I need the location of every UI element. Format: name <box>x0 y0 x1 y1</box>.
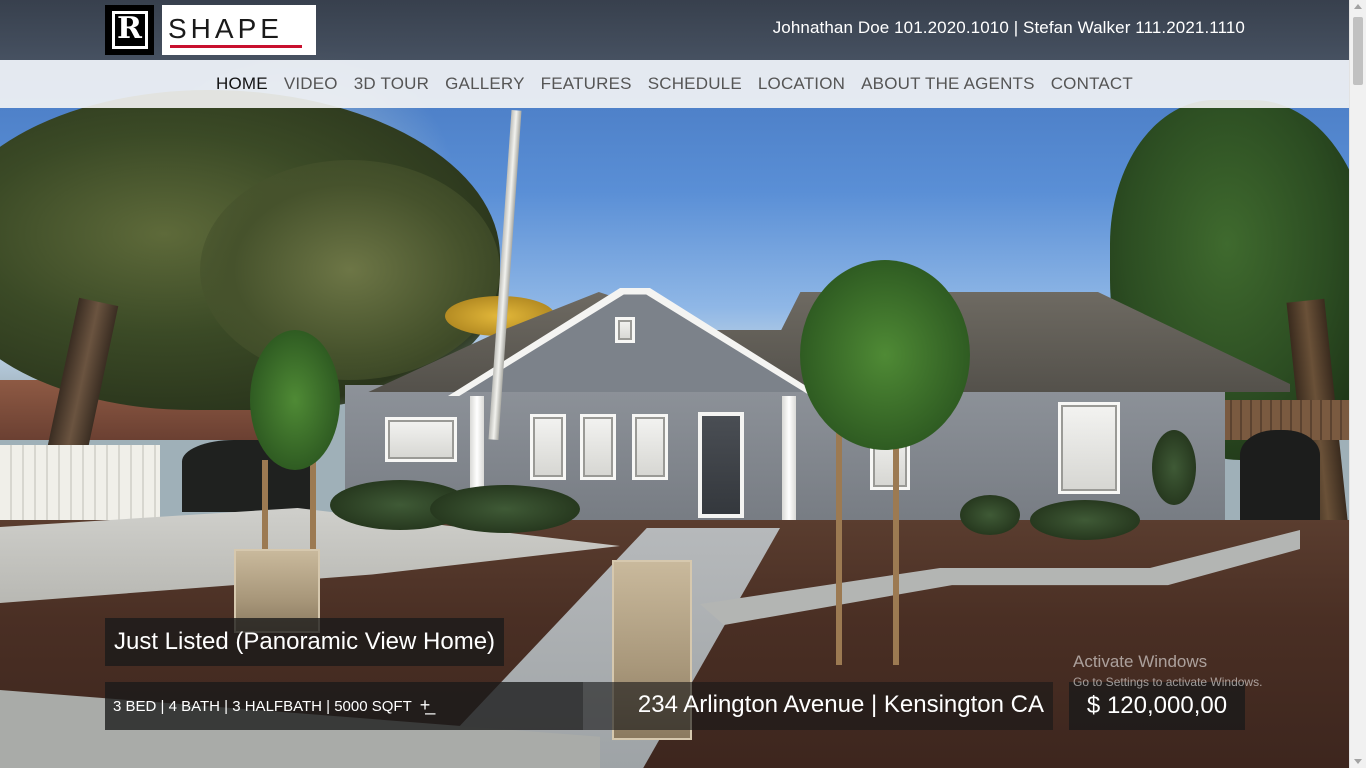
attic-vent <box>615 317 635 343</box>
watermark-subtitle: Go to Settings to activate Windows. <box>1073 675 1263 689</box>
sapling-stake <box>893 420 899 665</box>
logo-letter: R <box>111 11 148 49</box>
page-scrollbar[interactable] <box>1349 0 1366 768</box>
front-door <box>698 412 744 518</box>
listing-specs-bar: 3 BED | 4 BATH | 3 HALFBATH | 5000 SQFT +… <box>105 682 583 730</box>
sapling-stake <box>836 420 842 665</box>
sapling-stake <box>262 460 268 552</box>
window <box>385 417 457 462</box>
window <box>1058 402 1120 494</box>
nav-schedule[interactable]: SCHEDULE <box>648 74 742 94</box>
scroll-up-arrow-icon[interactable] <box>1354 4 1362 9</box>
main-nav: HOME VIDEO 3D TOUR GALLERY FEATURES SCHE… <box>0 60 1349 108</box>
logo-accent-bar <box>170 45 302 48</box>
sapling-foliage <box>250 330 340 470</box>
window <box>530 414 566 480</box>
top-bar: R SHAPE Johnathan Doe 101.2020.1010 | St… <box>0 0 1349 60</box>
listing-address: 234 Arlington Avenue | Kensington CA <box>583 682 1053 730</box>
shrub <box>960 495 1020 535</box>
window <box>632 414 668 480</box>
pine-foliage <box>200 160 500 380</box>
windows-activation-watermark: Activate Windows Go to Settings to activ… <box>1073 652 1262 689</box>
nav-gallery[interactable]: GALLERY <box>445 74 525 94</box>
brand-logo[interactable]: R SHAPE <box>105 5 316 55</box>
sapling-foliage <box>800 260 970 450</box>
nav-3d-tour[interactable]: 3D TOUR <box>354 74 429 94</box>
logo-mark: R <box>105 5 154 55</box>
scroll-down-arrow-icon[interactable] <box>1354 759 1362 764</box>
nav-features[interactable]: FEATURES <box>541 74 632 94</box>
agents-contact: Johnathan Doe 101.2020.1010 | Stefan Wal… <box>772 18 1245 37</box>
nav-location[interactable]: LOCATION <box>758 74 845 94</box>
listing-headline: Just Listed (Panoramic View Home) <box>105 618 505 666</box>
window <box>580 414 616 480</box>
nav-about-the-agents[interactable]: ABOUT THE AGENTS <box>861 74 1035 94</box>
scroll-thumb[interactable] <box>1353 17 1363 85</box>
logo-wordmark-box: SHAPE <box>162 5 316 55</box>
topiary <box>1152 430 1196 505</box>
nav-contact[interactable]: CONTACT <box>1051 74 1133 94</box>
listing-specs: 3 BED | 4 BATH | 3 HALFBATH | 5000 SQFT <box>113 698 412 715</box>
nav-home[interactable]: HOME <box>216 74 268 94</box>
watermark-title: Activate Windows <box>1073 652 1208 671</box>
logo-wordmark: SHAPE <box>168 13 283 44</box>
shrub <box>1030 500 1140 540</box>
white-fence <box>0 445 160 520</box>
shrub <box>430 485 580 533</box>
plus-icon[interactable]: +̲ <box>420 695 431 715</box>
side-gate <box>1240 430 1320 530</box>
listing-price: $ 120,000,00 <box>1069 682 1245 730</box>
nav-video[interactable]: VIDEO <box>284 74 338 94</box>
porch-column <box>782 396 796 532</box>
